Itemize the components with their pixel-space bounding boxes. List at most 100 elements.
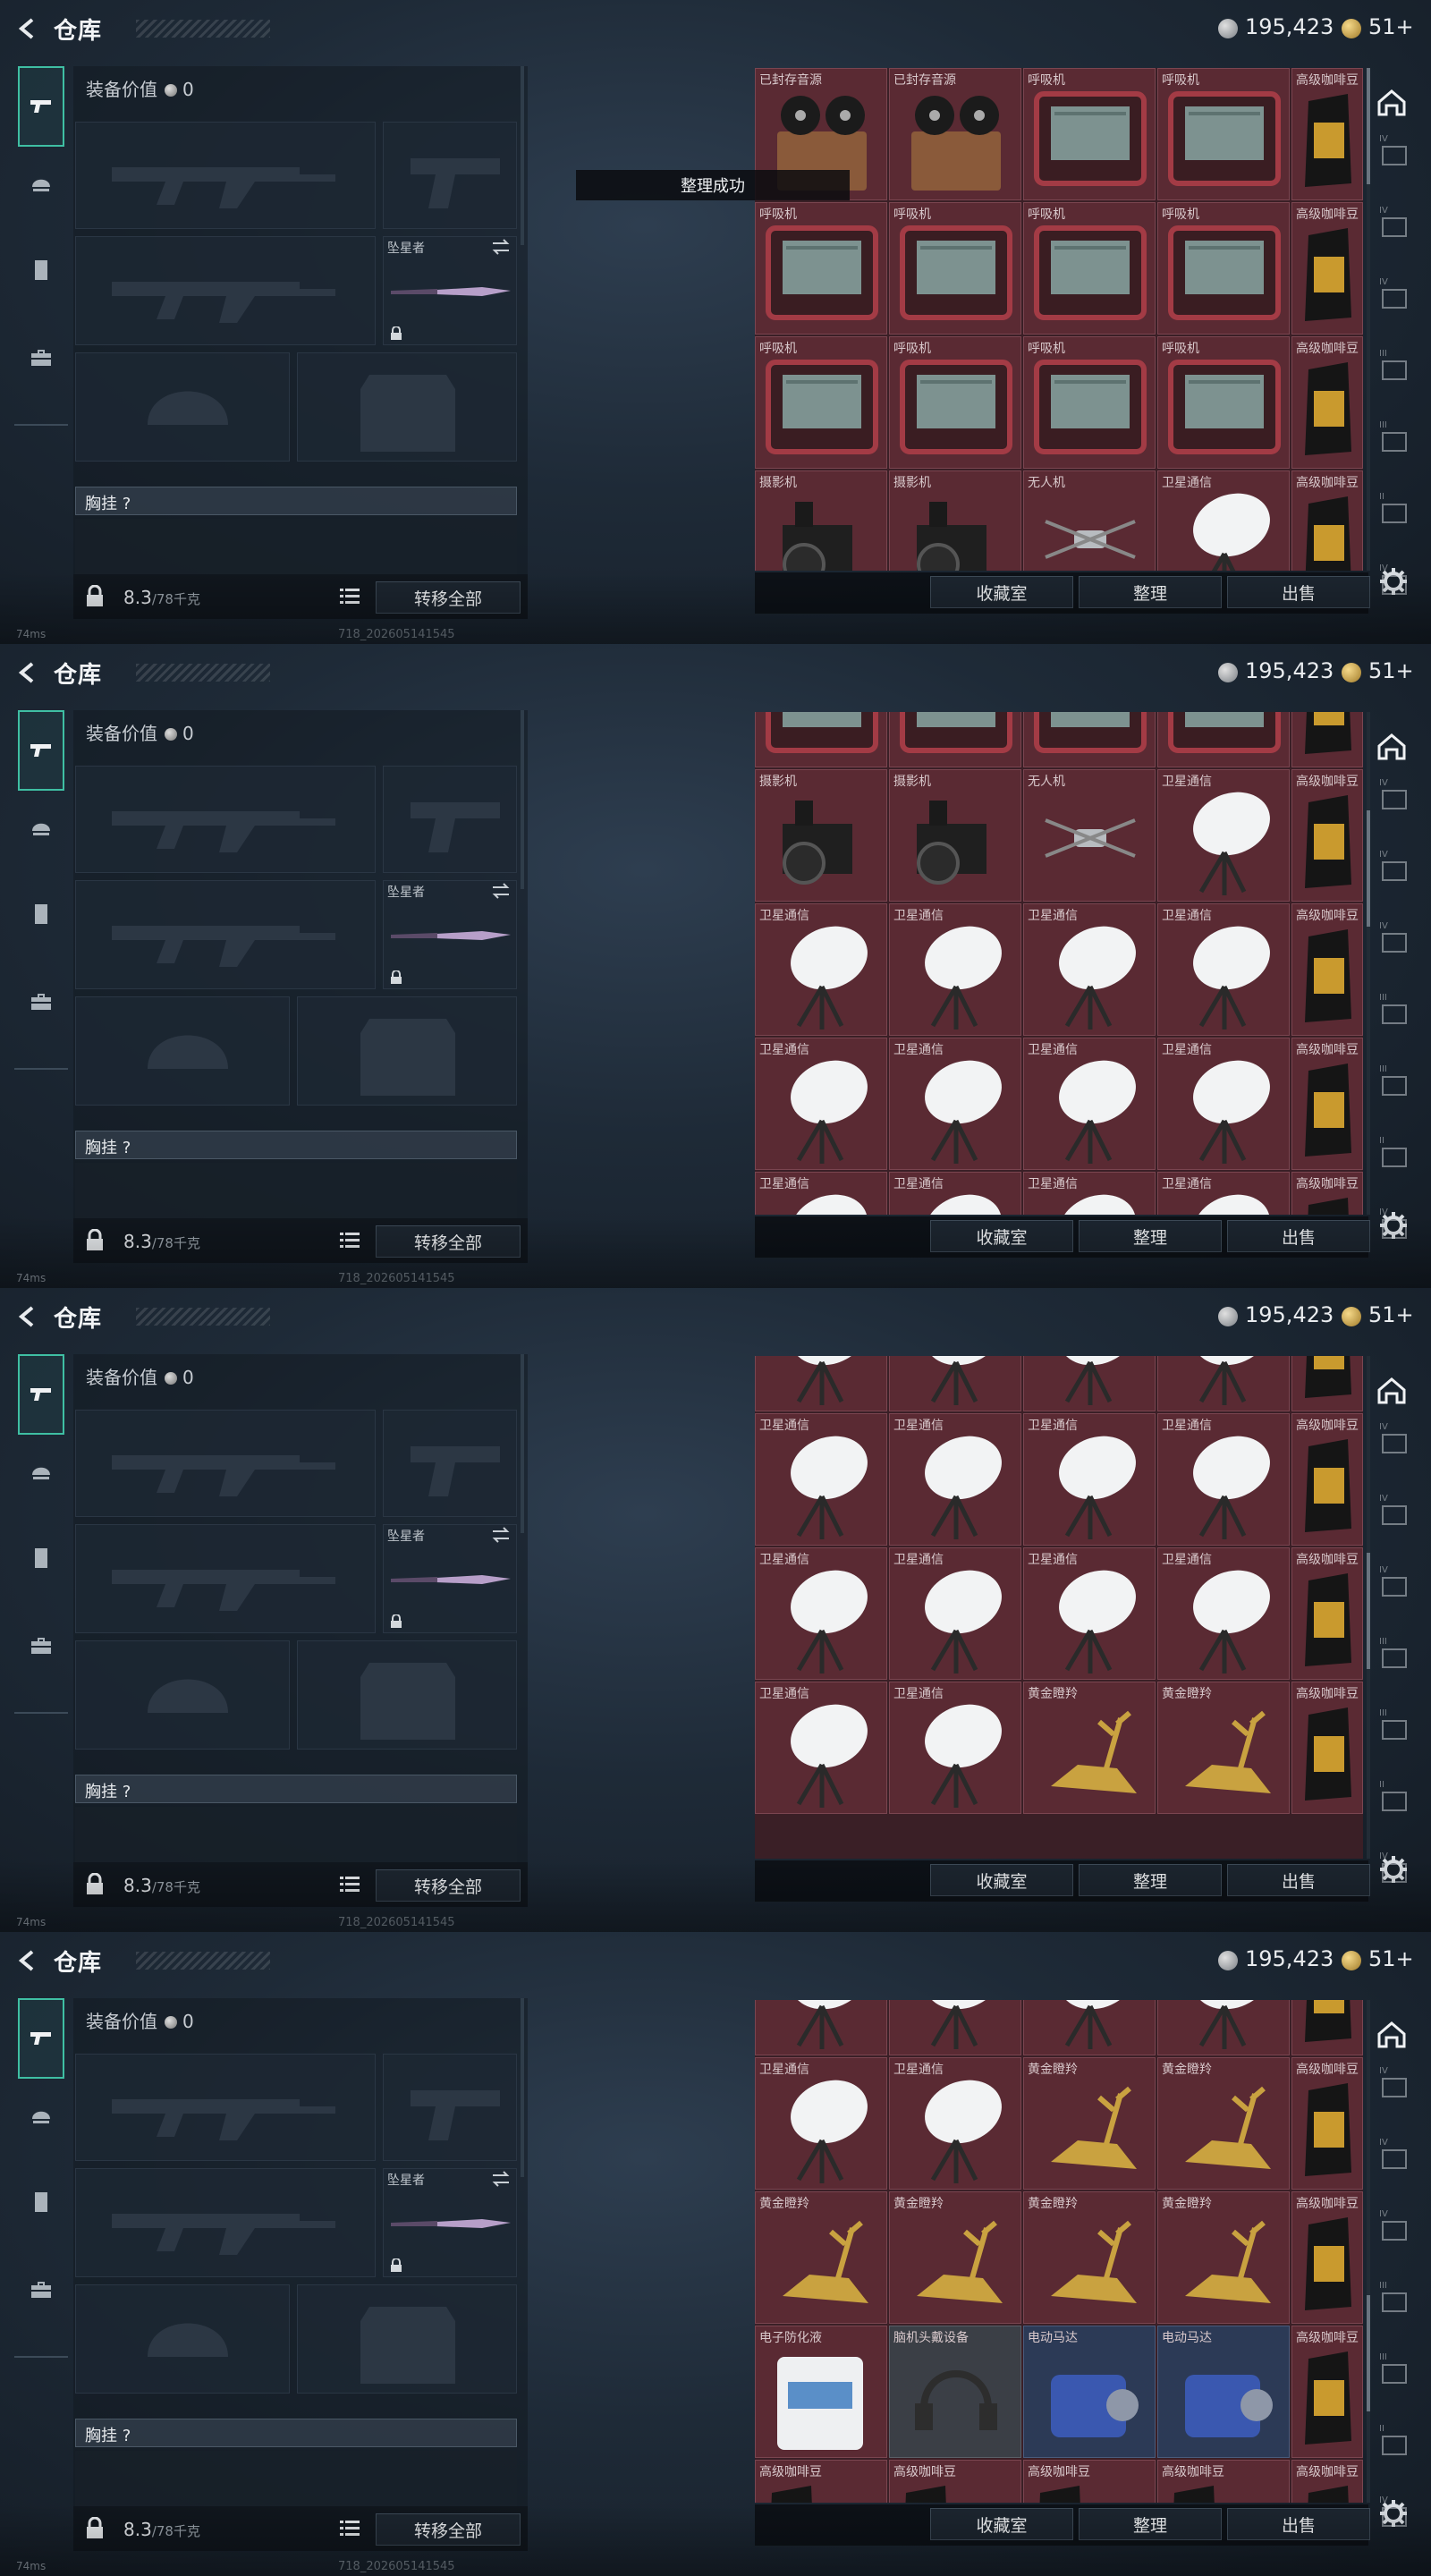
container-tab[interactable]: IV: [1379, 778, 1411, 814]
tab-vest[interactable]: [18, 891, 64, 937]
stash-item[interactable]: 呼吸机: [889, 202, 1021, 335]
tab-weapons[interactable]: [18, 1998, 64, 2079]
stash-item[interactable]: 无人机: [1023, 769, 1156, 902]
stash-item[interactable]: 卫星通信: [1023, 2000, 1156, 2055]
stash-grid[interactable]: 卫星通信 卫星通信 卫星通信 卫星通信 高级咖啡豆 卫星通信 卫星通信 卫星通信 卫星通信 高级咖…: [755, 1356, 1363, 1859]
stash-item[interactable]: 高级咖啡豆: [755, 2460, 887, 2503]
tab-armor[interactable]: [18, 803, 64, 850]
equipment-scrollbar[interactable]: [521, 1354, 524, 1533]
container-tab[interactable]: IV: [1379, 134, 1411, 170]
stash-item[interactable]: 卫星通信: [889, 2000, 1021, 2055]
stash-item[interactable]: 黄金瞪羚: [1023, 1682, 1156, 1814]
stash-grid[interactable]: 已封存音源 已封存音源 呼吸机 呼吸机 高级咖啡豆 呼吸机 呼吸机 呼吸机 呼吸机 高级咖啡豆 呼吸…: [755, 68, 1363, 571]
transfer-all-button[interactable]: 转移全部: [376, 1869, 521, 1902]
primary-weapon-slot[interactable]: [75, 122, 376, 229]
stash-item[interactable]: 卫星通信: [1157, 903, 1290, 1036]
container-tab[interactable]: III: [1379, 1064, 1411, 1100]
stash-item[interactable]: 呼吸机: [1023, 336, 1156, 469]
stash-item[interactable]: 卫星通信: [1023, 1038, 1156, 1170]
stash-scrollbar[interactable]: [1367, 2000, 1370, 2503]
stash-item[interactable]: 摄影机: [755, 769, 887, 902]
collection-room-button[interactable]: 收藏室: [930, 2508, 1073, 2540]
stash-item[interactable]: 黄金瞪羚: [889, 2191, 1021, 2324]
sell-button[interactable]: 出售: [1227, 1864, 1370, 1896]
sort-button[interactable]: 整理: [1079, 2508, 1222, 2540]
stash-item[interactable]: 卫星通信: [755, 1682, 887, 1814]
melee-slot[interactable]: 坠星者: [383, 1524, 517, 1633]
stash-item[interactable]: 卫星通信: [1157, 769, 1290, 902]
helmet-slot[interactable]: [75, 996, 290, 1106]
armor-slot[interactable]: [297, 996, 517, 1106]
stash-scrollbar[interactable]: [1367, 712, 1370, 1215]
stash-item[interactable]: 卫星通信: [1023, 1413, 1156, 1546]
container-tab[interactable]: III: [1379, 993, 1411, 1029]
gold-currency[interactable]: 51+: [1368, 14, 1414, 39]
gold-currency[interactable]: 51+: [1368, 1302, 1414, 1327]
stash-scrollbar[interactable]: [1367, 1356, 1370, 1859]
helmet-slot[interactable]: [75, 1640, 290, 1750]
stash-grid[interactable]: 卫星通信卫星通信卫星通信卫星通信高级咖啡豆卫星通信卫星通信黄金瞪羚黄金瞪羚高级咖…: [755, 2000, 1363, 2503]
transfer-all-button[interactable]: 转移全部: [376, 2513, 521, 2546]
list-icon[interactable]: [340, 587, 360, 605]
stash-item[interactable]: 高级咖啡豆: [1157, 2460, 1290, 2503]
chest-rig-area[interactable]: [75, 1807, 517, 1862]
stash-scroll-thumb[interactable]: [1367, 68, 1370, 184]
melee-slot[interactable]: 坠星者: [383, 880, 517, 989]
stash-item[interactable]: 高级咖啡豆: [1291, 1038, 1363, 1170]
tab-weapons[interactable]: [18, 710, 64, 791]
stash-item[interactable]: 摄影机: [889, 769, 1021, 902]
lock-icon[interactable]: [84, 1873, 106, 1896]
stash-item[interactable]: 呼吸机: [1023, 202, 1156, 335]
stash-item[interactable]: 黄金瞪羚: [1157, 2191, 1290, 2324]
container-tab[interactable]: IV: [1379, 2138, 1411, 2174]
stash-item[interactable]: 卫星通信: [755, 903, 887, 1036]
stash-item[interactable]: 已封存音源: [889, 68, 1021, 200]
container-tab[interactable]: IV: [1379, 2209, 1411, 2245]
stash-item[interactable]: 卫星通信: [1157, 470, 1290, 571]
collection-room-button[interactable]: 收藏室: [930, 1220, 1073, 1252]
stash-item[interactable]: 高级咖啡豆: [1291, 202, 1363, 335]
stash-item[interactable]: 卫星通信: [889, 1356, 1021, 1411]
stash-item[interactable]: 高级咖啡豆: [1291, 2191, 1363, 2324]
melee-slot[interactable]: 坠星者: [383, 2168, 517, 2277]
equipment-scrollbar[interactable]: [521, 710, 524, 889]
primary-weapon-slot[interactable]: [75, 1410, 376, 1517]
stash-item[interactable]: 高级咖啡豆: [1291, 769, 1363, 902]
stash-item[interactable]: 无人机: [1023, 470, 1156, 571]
stash-item[interactable]: 呼吸机: [889, 712, 1021, 767]
container-tab[interactable]: IV: [1379, 2066, 1411, 2102]
armor-slot[interactable]: [297, 352, 517, 462]
gear-icon[interactable]: [1377, 1853, 1410, 1885]
home-icon[interactable]: [1376, 730, 1408, 762]
tab-armor[interactable]: [18, 159, 64, 206]
stash-item[interactable]: 卫星通信: [755, 2000, 887, 2055]
equipment-scrollbar[interactable]: [521, 1998, 524, 2177]
stash-item[interactable]: 高级咖啡豆: [1291, 712, 1363, 767]
gold-currency[interactable]: 51+: [1368, 1946, 1414, 1971]
back-arrow-icon[interactable]: [13, 1945, 45, 1977]
tab-backpack[interactable]: [18, 335, 64, 381]
stash-item[interactable]: 卫星通信: [889, 1172, 1021, 1215]
armor-slot[interactable]: [297, 2284, 517, 2394]
stash-item[interactable]: 摄影机: [889, 470, 1021, 571]
container-tab[interactable]: III: [1379, 1637, 1411, 1673]
stash-item[interactable]: 卫星通信: [1157, 1356, 1290, 1411]
stash-item[interactable]: 卫星通信: [755, 2057, 887, 2190]
stash-item[interactable]: 呼吸机: [1157, 202, 1290, 335]
primary-weapon-slot[interactable]: [75, 766, 376, 873]
tab-weapons[interactable]: [18, 1354, 64, 1435]
stash-item[interactable]: 黄金瞪羚: [755, 2191, 887, 2324]
stash-item[interactable]: 高级咖啡豆: [1291, 2326, 1363, 2458]
stash-item[interactable]: 呼吸机: [1023, 712, 1156, 767]
container-tab[interactable]: IV: [1379, 206, 1411, 242]
container-tab[interactable]: IV: [1379, 1422, 1411, 1458]
stash-scroll-thumb[interactable]: [1367, 810, 1370, 927]
tab-weapons[interactable]: [18, 66, 64, 147]
chest-rig-area[interactable]: [75, 1163, 517, 1218]
stash-item[interactable]: 电子防化液: [755, 2326, 887, 2458]
container-tab[interactable]: III: [1379, 2352, 1411, 2388]
stash-item[interactable]: 卫星通信: [889, 1038, 1021, 1170]
sidearm-slot[interactable]: [383, 766, 517, 873]
tab-backpack[interactable]: [18, 2267, 64, 2313]
stash-item[interactable]: 高级咖啡豆: [1023, 2460, 1156, 2503]
